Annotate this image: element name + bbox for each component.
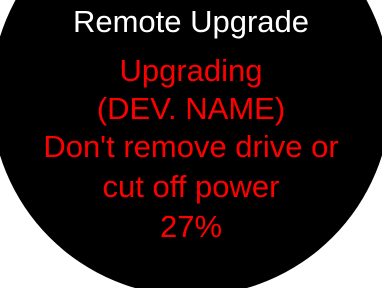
progress-percent: 27% bbox=[159, 209, 223, 244]
warning-text-line2: cut off power bbox=[102, 169, 280, 204]
warning-text-line1: Don't remove drive or bbox=[43, 129, 339, 164]
upgrade-screen: Remote Upgrade Upgrading (DEV. NAME) Don… bbox=[0, 0, 382, 288]
status-text: Upgrading bbox=[119, 53, 263, 88]
screen-title: Remote Upgrade bbox=[72, 4, 310, 39]
device-name: (DEV. NAME) bbox=[96, 91, 286, 126]
